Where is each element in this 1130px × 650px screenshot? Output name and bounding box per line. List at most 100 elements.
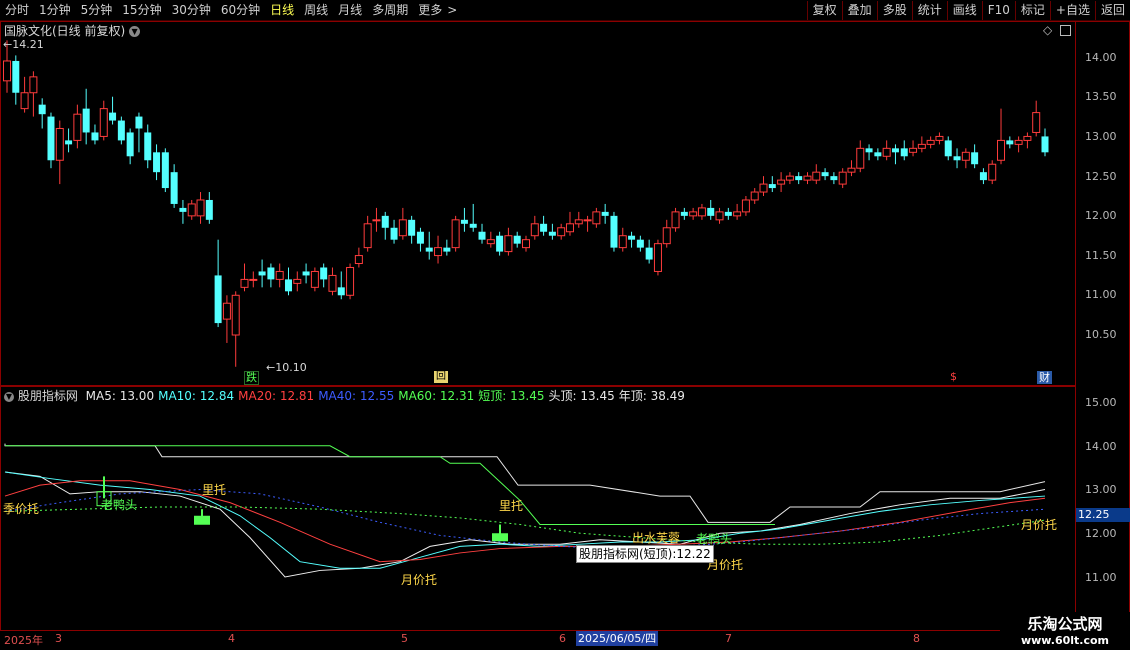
candle-body-down [170,172,178,204]
main-y-tick: 11.00 [1085,288,1117,301]
toolbar-button-8[interactable]: 返回 [1094,1,1130,20]
candle-body-up [909,147,918,153]
candle-body-down [513,235,521,244]
candle-body-down [971,152,979,165]
candle-body-down [320,267,328,280]
candle-body-up [565,223,574,233]
hui-marker[interactable]: 回 [434,371,448,383]
x-axis-label: 2025年 [4,634,43,647]
candle-body-down [724,211,732,216]
candle-body-up [847,167,856,173]
candle-body-down [425,247,433,252]
candle-body-up [310,270,319,288]
main-y-tick: 12.00 [1085,209,1117,222]
candle-body-up [715,211,724,221]
candle-body-down [496,235,504,252]
candle-body-up [618,235,627,249]
candle-body-up [293,278,302,284]
candle-body-down [1041,136,1049,153]
candle-body-up [671,211,680,229]
candle-body-up [222,302,231,320]
candle-body-down [284,279,292,292]
candle-body-up [961,151,970,161]
high-price-label: ←14.21 [3,38,44,51]
candle-body-up [785,175,794,181]
candle-body-up [275,270,284,280]
candle-body-up [689,211,698,217]
x-axis-label: 7 [725,632,732,645]
candle-body-up [354,255,363,265]
candle-body-down [65,140,73,145]
dollar-marker[interactable]: $ [950,371,957,383]
candle-body-up [997,139,1006,161]
candle-body-up [557,227,566,237]
candle-body-down [636,239,644,248]
candle-body-down [953,156,961,161]
candle-body-down [548,231,556,236]
ind-y-tick: 14.00 [1085,440,1117,453]
candle-body-down [891,148,899,153]
candle-body-down [874,152,882,157]
candle-body-down [214,275,222,324]
candle-body-up [99,108,108,137]
candle-body-up [231,294,240,336]
chart-canvas[interactable] [0,0,1076,631]
current-value-badge: 12.25 [1076,508,1130,522]
candle-body-up [583,219,592,222]
candle-body-down [416,231,424,244]
x-axis-cursor-date: 2025/06/05/四 [576,631,659,646]
candle-body-down [830,176,838,181]
x-axis-label: 6 [559,632,566,645]
candle-body-down [161,152,169,189]
candle-body-up [1032,112,1041,133]
annotation-yuejiatuo: 月价托 [1021,518,1058,532]
cai-marker[interactable]: 财 [1037,371,1052,384]
die-marker[interactable]: 跌 [244,371,259,385]
candle-body-down [47,116,55,161]
candle-body-up [196,199,205,217]
watermark-url: www.60lt.com [1020,634,1110,647]
candle-body-up [3,60,11,82]
main-y-tick: 12.50 [1085,170,1117,183]
x-axis-label: 5 [401,632,408,645]
candle-body-down [610,215,618,248]
candle-body-down [109,112,117,121]
candle-body-up [1023,135,1032,141]
candle-body-down [944,140,952,157]
candle-body-up [574,219,583,225]
main-y-tick: 13.50 [1085,90,1117,103]
candle-body-down [408,219,416,236]
ind-y-tick: 12.00 [1085,527,1117,540]
candle-body-down [381,215,389,228]
candle-body-down [302,271,310,276]
candle-body-up [328,274,337,292]
candle-body-down [258,271,266,276]
candle-body-up [697,207,706,217]
main-y-tick: 11.50 [1085,249,1117,262]
candle-body-up [838,171,847,185]
candle-body-down [707,207,715,216]
annotation-yuejiatuo: 月价托 [401,573,438,587]
candle-body-down [795,176,803,181]
watermark: 乐淘公式网 www.60lt.com [1000,612,1130,650]
candle-body-up [592,211,601,225]
candle-body-down [38,104,46,115]
candle-body-up [55,127,64,161]
ind-y-tick: 15.00 [1085,396,1117,409]
candle-body-up [29,76,38,94]
annotation-lituo: 里托 [202,483,227,497]
candle-body-up [504,235,513,253]
candle-body-up [803,175,812,181]
candle-body-up [249,278,258,281]
candle-body-down [768,184,776,189]
ma40-line [4,488,1046,550]
candle-body-up [882,147,891,157]
x-axis-label: 4 [228,632,235,645]
annotation-jijiatuo: 季价托 [3,502,40,516]
main-y-tick: 10.50 [1085,328,1117,341]
ma60-line [4,506,1046,545]
candle-body-up [20,92,29,110]
candle-body-down [205,199,213,220]
candle-body-down [91,132,99,141]
candle-body-down [82,108,90,133]
